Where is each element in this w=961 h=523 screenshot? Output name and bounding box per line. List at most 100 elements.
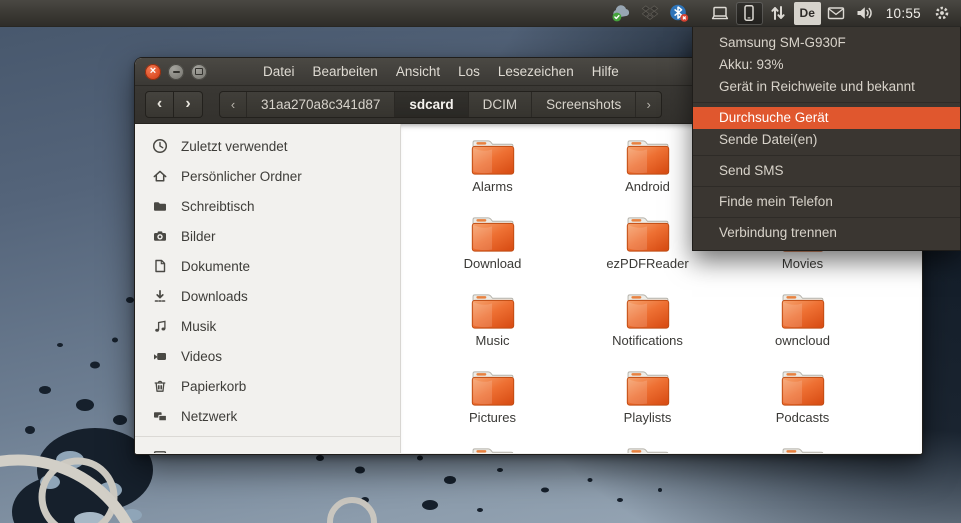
menu-bearbeiten[interactable]: Bearbeiten: [304, 58, 387, 85]
menu-battery-status: Akku: 93%: [693, 54, 960, 76]
path-scroll-right-button[interactable]: [635, 92, 661, 117]
sidebar-item-desktop[interactable]: Schreibtisch: [135, 191, 400, 221]
folder-item[interactable]: Notifications: [570, 292, 725, 369]
folder-item[interactable]: Playlists: [570, 369, 725, 446]
folder-icon: [470, 369, 516, 407]
menu-ansicht[interactable]: Ansicht: [387, 58, 449, 85]
folder-icon: [470, 138, 516, 176]
sidebar-item-downloads[interactable]: Downloads: [135, 281, 400, 311]
folder-item[interactable]: Alarms: [415, 138, 570, 215]
menu-separator: [693, 155, 960, 156]
folder-name: Android: [625, 179, 670, 194]
folder-icon: [625, 446, 671, 453]
nav-buttons: [145, 91, 203, 118]
laptop-icon: [710, 4, 730, 22]
menu-item-find-phone[interactable]: Finde mein Telefon: [693, 191, 960, 213]
sidebar-item-home[interactable]: Persönlicher Ordner: [135, 161, 400, 191]
folder-name: Movies: [782, 256, 823, 271]
menu-item-send-sms[interactable]: Send SMS: [693, 160, 960, 182]
cloud-sync-indicator[interactable]: [608, 2, 635, 25]
window-controls: [145, 64, 214, 80]
folder-item[interactable]: [415, 446, 570, 453]
folder-name: Alarms: [472, 179, 512, 194]
display-indicator[interactable]: [707, 2, 734, 25]
menu-separator: [693, 102, 960, 103]
sidebar-item-computer[interactable]: [135, 441, 400, 453]
transfer-arrows-icon: [768, 4, 788, 22]
sidebar-item-pictures[interactable]: Bilder: [135, 221, 400, 251]
maximize-button[interactable]: [191, 64, 207, 80]
sidebar-item-music[interactable]: Musik: [135, 311, 400, 341]
folder-item[interactable]: [570, 446, 725, 453]
path-scroll-left-button[interactable]: [220, 92, 246, 117]
session-menu-indicator[interactable]: [928, 2, 955, 25]
minimize-button[interactable]: [168, 64, 184, 80]
folder-name: Podcasts: [776, 410, 829, 425]
sidebar-item-downloads-label: Downloads: [181, 289, 248, 304]
top-panel: De 10:55: [0, 0, 961, 27]
sidebar-item-trash-label: Papierkorb: [181, 379, 246, 394]
folder-icon: [625, 369, 671, 407]
forward-button[interactable]: [174, 91, 203, 118]
sidebar-item-trash[interactable]: Papierkorb: [135, 371, 400, 401]
close-button[interactable]: [145, 64, 161, 80]
folder-icon: [470, 215, 516, 253]
path-item-screenshots[interactable]: Screenshots: [531, 92, 635, 117]
dropbox-indicator[interactable]: [637, 2, 664, 25]
sidebar-item-documents-label: Dokumente: [181, 259, 250, 274]
menu-separator: [693, 186, 960, 187]
download-icon: [152, 288, 168, 304]
folder-name: owncloud: [775, 333, 830, 348]
video-icon: [152, 348, 168, 364]
folder-icon: [625, 215, 671, 253]
back-button[interactable]: [145, 91, 174, 118]
path-item-device-id[interactable]: 31aa270a8c341d87: [246, 92, 394, 117]
clock-indicator[interactable]: 10:55: [881, 2, 926, 25]
bluetooth-indicator[interactable]: [666, 2, 693, 25]
folder-item[interactable]: Download: [415, 215, 570, 292]
desktop-icon: [152, 198, 168, 214]
menu-item-browse-device[interactable]: Durchsuche Gerät: [693, 107, 960, 129]
folder-icon: [470, 446, 516, 453]
folder-item[interactable]: owncloud: [725, 292, 880, 369]
folder-item[interactable]: Pictures: [415, 369, 570, 446]
folder-name: Notifications: [612, 333, 683, 348]
sidebar-item-documents[interactable]: Dokumente: [135, 251, 400, 281]
menu-lesezeichen[interactable]: Lesezeichen: [489, 58, 583, 85]
menu-datei[interactable]: Datei: [254, 58, 304, 85]
volume-indicator[interactable]: [852, 2, 879, 25]
phone-dropdown-menu: Samsung SM-G930FAkku: 93%Gerät in Reichw…: [692, 27, 961, 251]
phone-icon: [739, 4, 759, 22]
menu-item-disconnect[interactable]: Verbindung trennen: [693, 222, 960, 244]
path-item-sdcard[interactable]: sdcard: [394, 92, 467, 117]
folder-item[interactable]: Podcasts: [725, 369, 880, 446]
folder-icon: [625, 138, 671, 176]
folder-icon: [780, 446, 826, 453]
phone-indicator[interactable]: [736, 2, 763, 25]
network-icon: [152, 408, 168, 424]
menu-item-send-files[interactable]: Sende Datei(en): [693, 129, 960, 151]
folder-icon: [780, 369, 826, 407]
places-sidebar: Zuletzt verwendetPersönlicher Ordner Schr…: [135, 124, 401, 453]
folder-name: Download: [464, 256, 522, 271]
sidebar-item-network[interactable]: Netzwerk: [135, 401, 400, 431]
sidebar-item-music-label: Musik: [181, 319, 216, 334]
path-item-dcim[interactable]: DCIM: [468, 92, 532, 117]
menu-hilfe[interactable]: Hilfe: [583, 58, 628, 85]
document-icon: [152, 258, 168, 274]
camera-icon: [152, 228, 168, 244]
folder-item[interactable]: Music: [415, 292, 570, 369]
folder-name: Playlists: [624, 410, 672, 425]
sidebar-item-network-label: Netzwerk: [181, 409, 237, 424]
folder-item[interactable]: [725, 446, 880, 453]
window-menubar: DateiBearbeitenAnsichtLosLesezeichenHilf…: [254, 58, 628, 85]
gear-icon: [932, 4, 952, 22]
menu-los[interactable]: Los: [449, 58, 489, 85]
network-transfer-indicator[interactable]: [765, 2, 792, 25]
clock-icon: [152, 138, 168, 154]
sidebar-item-recent[interactable]: Zuletzt verwendet: [135, 131, 400, 161]
sidebar-item-desktop-label: Schreibtisch: [181, 199, 255, 214]
keyboard-layout-indicator[interactable]: De: [794, 2, 821, 25]
sidebar-item-videos[interactable]: Videos: [135, 341, 400, 371]
mail-indicator[interactable]: [823, 2, 850, 25]
